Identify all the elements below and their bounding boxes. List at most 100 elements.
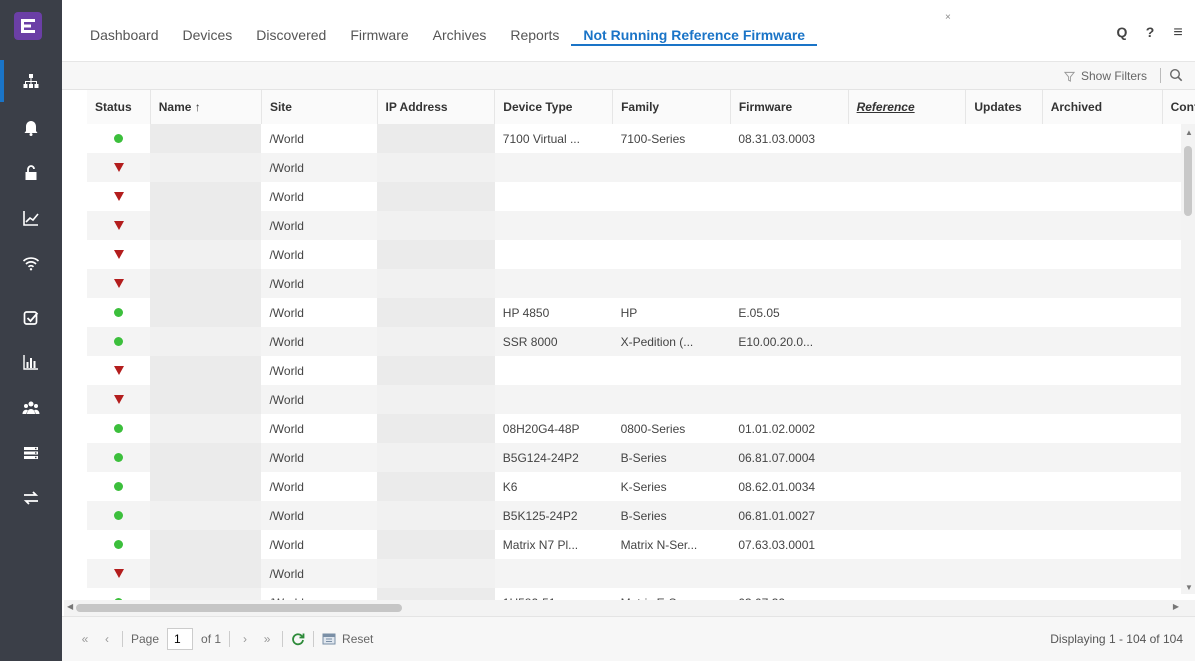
table-row[interactable]: /World 08H20G4-48P 0800-Series 01.01.02.000… bbox=[87, 414, 1195, 443]
table-row[interactable]: /World 7100 Virtual ... 7100-Series 08.31.0… bbox=[87, 124, 1195, 153]
filter-toolbar: Show Filters bbox=[62, 62, 1195, 90]
nav-inventory-button[interactable] bbox=[0, 433, 62, 473]
nav-alarms-button[interactable] bbox=[0, 108, 62, 148]
table-row[interactable]: /World B5G124-24P2 B-Series 06.81.07.0004 bbox=[87, 443, 1195, 472]
horizontal-scroll-thumb[interactable] bbox=[76, 604, 402, 612]
nav-tasks-button[interactable] bbox=[0, 298, 62, 338]
status-cell bbox=[87, 443, 151, 472]
status-up-icon bbox=[114, 539, 124, 549]
swap-arrows-icon bbox=[23, 491, 39, 505]
archived-cell bbox=[1042, 211, 1163, 240]
table-row[interactable]: /World bbox=[87, 269, 1195, 298]
table-row[interactable]: /World bbox=[87, 182, 1195, 211]
tab-discovered[interactable]: Discovered bbox=[244, 24, 338, 46]
reset-button[interactable]: Reset bbox=[322, 632, 373, 646]
col-family-header[interactable]: Family bbox=[612, 90, 731, 124]
extreme-logo-icon bbox=[21, 19, 35, 33]
site-cell: /World bbox=[261, 211, 378, 240]
tab-dashboard[interactable]: Dashboard bbox=[78, 24, 171, 46]
prev-page-icon[interactable]: ‹ bbox=[100, 632, 114, 646]
nav-users-button[interactable] bbox=[0, 388, 62, 428]
nav-control-button[interactable] bbox=[0, 153, 62, 193]
nav-connect-button[interactable] bbox=[0, 478, 62, 518]
nav-network-button[interactable] bbox=[0, 60, 62, 102]
table-row[interactable]: /World bbox=[87, 153, 1195, 182]
col-name-header[interactable]: Name ↑ bbox=[150, 90, 262, 124]
table-row[interactable]: /World HP 4850 HP E.05.05 bbox=[87, 298, 1195, 327]
reference-cell bbox=[848, 385, 966, 414]
device-type-cell bbox=[494, 356, 613, 385]
archived-cell bbox=[1042, 443, 1163, 472]
scroll-up-icon[interactable]: ▲ bbox=[1185, 128, 1193, 137]
vertical-scroll-thumb[interactable] bbox=[1184, 146, 1192, 216]
vertical-scrollbar[interactable]: ▲ ▼ bbox=[1181, 124, 1195, 594]
app-logo[interactable] bbox=[14, 12, 42, 40]
archived-cell bbox=[1042, 472, 1163, 501]
col-status-header[interactable]: Status bbox=[87, 90, 151, 124]
updates-cell bbox=[965, 501, 1043, 530]
first-page-icon[interactable]: « bbox=[78, 632, 92, 646]
scroll-right-icon[interactable]: ▶ bbox=[1173, 602, 1179, 611]
tab-archives[interactable]: Archives bbox=[421, 24, 499, 46]
scroll-down-icon[interactable]: ▼ bbox=[1185, 583, 1193, 592]
next-page-icon[interactable]: › bbox=[238, 632, 252, 646]
table-row[interactable]: /World bbox=[87, 356, 1195, 385]
tab-firmware[interactable]: Firmware bbox=[338, 24, 420, 46]
device-type-cell bbox=[494, 559, 613, 588]
menu-icon[interactable]: ≡ bbox=[1171, 24, 1185, 42]
tab-devices[interactable]: Devices bbox=[171, 24, 245, 46]
status-down-icon bbox=[113, 191, 124, 201]
family-cell: HP bbox=[612, 298, 731, 327]
name-cell bbox=[150, 501, 262, 530]
status-cell bbox=[87, 153, 151, 182]
scroll-left-icon[interactable]: ◀ bbox=[67, 602, 73, 611]
updates-cell bbox=[965, 182, 1043, 211]
status-cell bbox=[87, 327, 151, 356]
table-row[interactable]: /World bbox=[87, 559, 1195, 588]
tab-not-running-reference-firmware[interactable]: Not Running Reference Firmware bbox=[571, 24, 818, 46]
table-row[interactable]: /World bbox=[87, 211, 1195, 240]
table-header-row: Status Name ↑ Site IP Address Device Typ… bbox=[87, 90, 1195, 124]
col-archived-header[interactable]: Archived bbox=[1042, 90, 1163, 124]
updates-cell bbox=[965, 153, 1043, 182]
search-icon[interactable]: Q bbox=[1115, 24, 1129, 42]
archived-cell bbox=[1042, 385, 1163, 414]
status-up-icon bbox=[114, 481, 124, 491]
table-row[interactable]: /World B5K125-24P2 B-Series 06.81.01.0027 bbox=[87, 501, 1195, 530]
archived-cell bbox=[1042, 298, 1163, 327]
refresh-icon[interactable] bbox=[291, 632, 305, 646]
horizontal-scrollbar[interactable]: ◀ ▶ bbox=[64, 600, 1195, 616]
network-tree-icon bbox=[23, 74, 39, 88]
col-config-change-header[interactable]: Config Change bbox=[1162, 90, 1195, 124]
col-updates-header[interactable]: Updates bbox=[965, 90, 1043, 124]
bar-chart-icon bbox=[23, 355, 38, 370]
family-cell bbox=[612, 559, 731, 588]
tab-close-icon[interactable]: × bbox=[945, 12, 951, 23]
nav-reports-button[interactable] bbox=[0, 342, 62, 382]
tab-reports[interactable]: Reports bbox=[498, 24, 571, 46]
col-device-type-header[interactable]: Device Type bbox=[494, 90, 614, 124]
col-firmware-header[interactable]: Firmware bbox=[730, 90, 849, 124]
table-row[interactable]: /World Matrix N7 Pl... Matrix N-Ser... 07.6… bbox=[87, 530, 1195, 559]
page-number-input[interactable] bbox=[167, 628, 194, 650]
last-page-icon[interactable]: » bbox=[260, 632, 274, 646]
table-row[interactable]: /World SSR 8000 X-Pedition (... E10.00.20.0… bbox=[87, 327, 1195, 356]
show-filters-button[interactable]: Show Filters bbox=[1063, 69, 1147, 83]
name-cell bbox=[150, 211, 262, 240]
ip-address-cell bbox=[377, 327, 495, 356]
nav-wireless-button[interactable] bbox=[0, 243, 62, 283]
table-row[interactable]: /World bbox=[87, 240, 1195, 269]
table-search-icon[interactable] bbox=[1169, 68, 1183, 82]
col-reference-header[interactable]: Reference bbox=[848, 90, 967, 124]
server-icon bbox=[24, 447, 38, 459]
col-ip-address-header[interactable]: IP Address bbox=[377, 90, 496, 124]
help-icon[interactable]: ? bbox=[1143, 24, 1157, 42]
table-row[interactable]: /World K6 K-Series 08.62.01.0034 bbox=[87, 472, 1195, 501]
nav-analytics-button[interactable] bbox=[0, 198, 62, 238]
filter-icon bbox=[1063, 71, 1075, 82]
archived-cell bbox=[1042, 414, 1163, 443]
status-cell bbox=[87, 124, 151, 153]
left-nav-rail bbox=[0, 0, 62, 661]
table-row[interactable]: /World bbox=[87, 385, 1195, 414]
col-site-header[interactable]: Site bbox=[261, 90, 378, 124]
